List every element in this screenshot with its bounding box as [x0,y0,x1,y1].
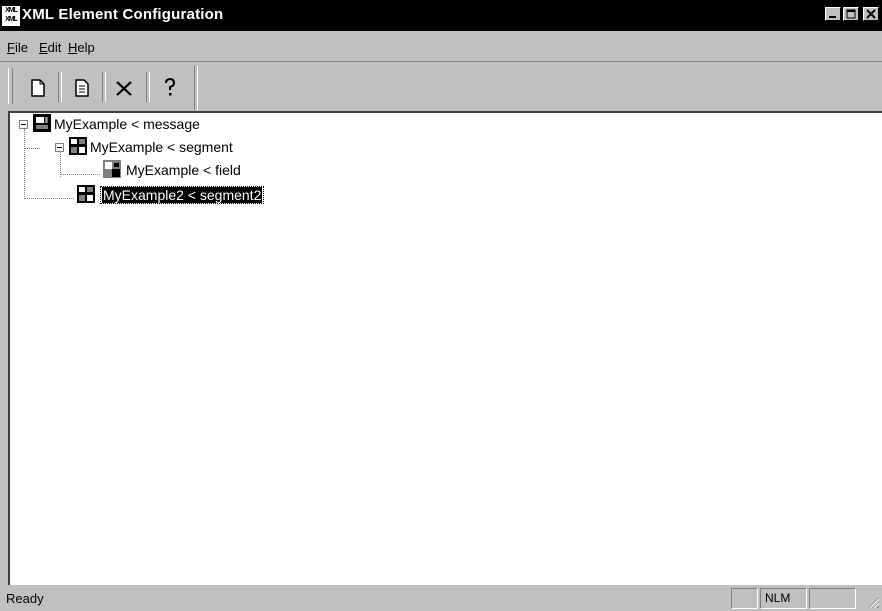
status-panel-num: NLM [760,588,807,609]
close-icon [866,9,876,19]
new-icon [31,79,45,97]
tree-node-segment2[interactable]: MyExample2 < segment2 [100,186,265,204]
minimize-icon [829,16,836,18]
field-icon [103,160,121,178]
element-tree[interactable]: MyExample < message MyExample < segment … [8,111,882,585]
toolbar [0,61,882,110]
delete-icon [116,81,132,96]
menu-file[interactable]: File [7,40,28,55]
menu-bar: File Edit Help [0,31,882,59]
toolbar-grip[interactable] [8,68,13,104]
menu-edit-mnemonic: E [39,40,48,55]
menu-edit-rest: dit [47,40,62,55]
status-bar: Ready NLM [0,586,882,611]
menu-file-rest: ile [14,40,28,55]
tree-node-label: MyExample2 < segment2 [102,187,263,203]
tree-node-segment[interactable]: MyExample < segment [90,139,233,155]
status-panel-caps [731,588,758,609]
maximize-icon [846,9,856,19]
tree-expander-message[interactable] [19,120,28,129]
menu-edit[interactable]: Edit [39,40,61,55]
toolbar-end-separator [194,66,198,110]
tree-node-field[interactable]: MyExample < field [126,162,241,178]
status-panel-scroll [809,588,856,609]
status-text: Ready [6,591,44,606]
tree-connector [60,174,100,175]
menu-file-mnemonic: F [7,40,15,55]
properties-icon [75,79,89,97]
help-button[interactable] [156,74,184,102]
resize-grip-icon[interactable] [866,595,880,609]
delete-button[interactable] [110,74,138,102]
tree-connector [24,198,74,199]
maximize-button[interactable] [843,7,859,21]
menu-help-mnemonic: H [68,40,78,55]
toolbar-separator [102,72,106,102]
close-button[interactable] [863,7,879,21]
segment-icon [77,185,95,203]
message-icon [33,114,51,132]
tree-connector [24,148,40,149]
tree-node-label: MyExample < message [54,116,200,132]
main-window: XML XML XML Element Configuration File Ed… [0,0,882,611]
menu-help[interactable]: Help [68,40,95,55]
tree-expander-segment[interactable] [55,143,64,152]
menu-help-rest: elp [77,40,95,55]
new-button[interactable] [24,74,52,102]
window-title: XML Element Configuration [22,6,224,23]
tree-node-label: MyExample < segment [90,139,233,155]
tree-node-message[interactable]: MyExample < message [54,116,200,132]
tree-connector [24,129,25,199]
title-bar[interactable]: XML XML XML Element Configuration [0,0,882,31]
properties-button[interactable] [68,74,96,102]
toolbar-separator [146,72,150,102]
tree-node-label: MyExample < field [126,162,241,178]
segment-icon [69,137,87,155]
help-icon [165,77,176,96]
toolbar-separator [58,72,62,102]
app-icon[interactable]: XML XML [2,6,20,26]
minimize-button[interactable] [825,7,841,21]
